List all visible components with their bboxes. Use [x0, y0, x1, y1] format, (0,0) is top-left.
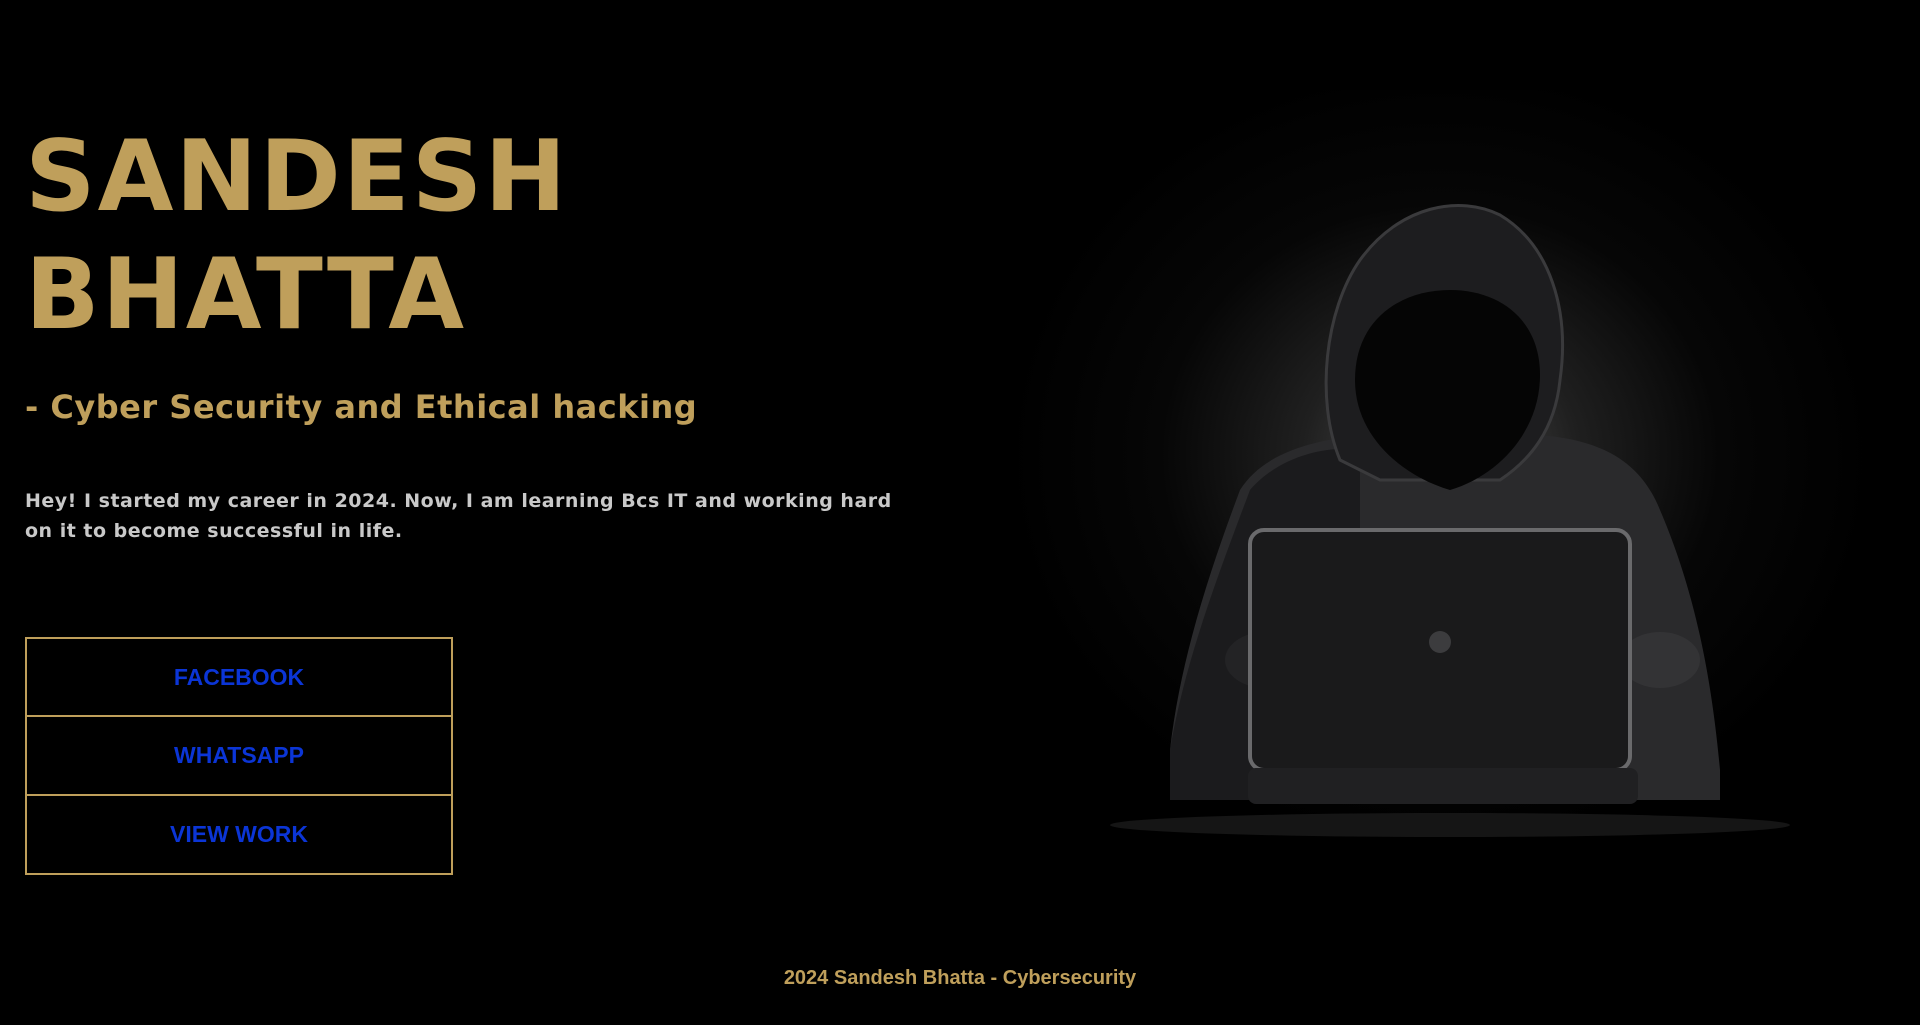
portfolio-page: SANDESH BHATTA - Cyber Security and Ethi…: [0, 0, 1920, 1025]
facebook-button[interactable]: FACEBOOK: [25, 637, 453, 717]
hero-name-last: BHATTA: [25, 238, 467, 352]
footer-text: 2024 Sandesh Bhatta - Cybersecurity: [783, 967, 1137, 989]
whatsapp-button[interactable]: WHATSAPP: [25, 717, 453, 796]
hero-tagline: - Cyber Security and Ethical hacking: [25, 388, 698, 426]
hero-name: SANDESH BHATTA: [25, 118, 568, 354]
hero-intro: Hey! I started my career in 2024. Now, I…: [25, 490, 892, 542]
view-work-button[interactable]: VIEW WORK: [25, 796, 453, 875]
hero-name-first: SANDESH: [25, 120, 569, 234]
social-links: FACEBOOK WHATSAPP VIEW WORK: [25, 637, 453, 875]
hooded-hacker-icon: [1110, 204, 1790, 837]
